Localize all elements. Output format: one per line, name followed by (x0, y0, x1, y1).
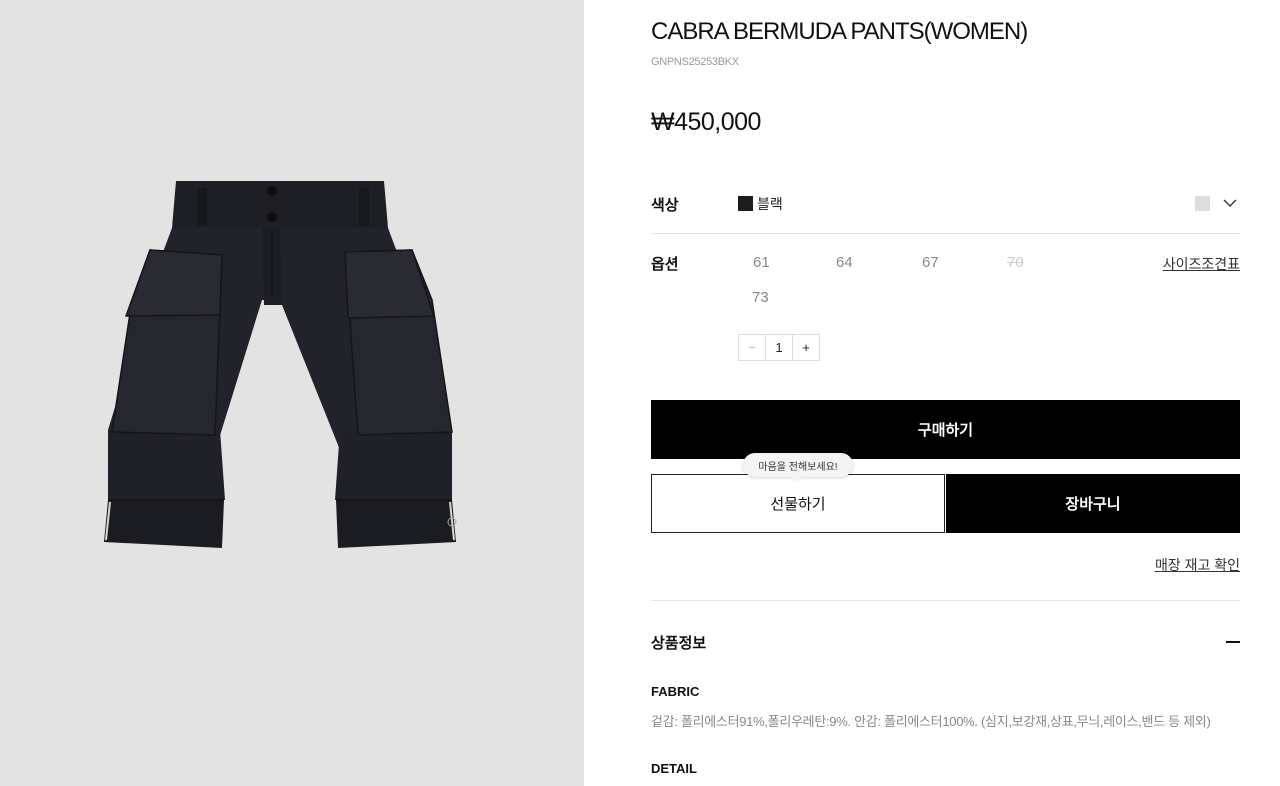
color-name: 블랙 (757, 196, 783, 212)
size-chart-link[interactable]: 사이즈조견표 (1163, 254, 1240, 274)
product-title: CABRA BERMUDA PANTS(WOMEN) (651, 18, 1028, 45)
quantity-stepper: − 1 + (738, 334, 820, 361)
color-option-chip[interactable] (1195, 196, 1210, 211)
minus-icon[interactable] (1226, 632, 1240, 650)
buy-button[interactable]: 구매하기 (651, 400, 1240, 459)
size-option-soldout: 70 (1007, 254, 1024, 271)
fabric-text: 겉감: 폴리에스터91%,폴리우레탄:9%. 안감: 폴리에스터100%. (심… (651, 714, 1211, 729)
size-option[interactable]: 67 (922, 254, 939, 271)
product-price: ₩450,000 (651, 108, 761, 136)
product-info: CABRA BERMUDA PANTS(WOMEN) GNPNS25253BKX… (651, 0, 1240, 786)
product-info-heading: 상품정보 (651, 635, 707, 652)
store-stock-link[interactable]: 매장 재고 확인 (1155, 555, 1240, 575)
product-image (104, 181, 457, 548)
divider (651, 600, 1240, 601)
color-swatch (738, 196, 753, 211)
quantity-plus-button[interactable]: + (792, 335, 819, 360)
product-image-pane (0, 0, 584, 786)
fabric-heading: FABRIC (651, 684, 700, 699)
detail-heading: DETAIL (651, 761, 697, 776)
product-code: GNPNS25253BKX (651, 56, 739, 68)
gift-button[interactable]: 선물하기 (651, 474, 945, 533)
color-selector[interactable]: 색상 블랙 (651, 190, 1240, 218)
divider (651, 233, 1240, 234)
option-label: 옵션 (651, 256, 679, 273)
color-label: 색상 (651, 197, 679, 214)
quantity-value[interactable]: 1 (766, 335, 792, 360)
gift-tooltip: 마음을 전해보세요! (743, 453, 853, 482)
cart-button[interactable]: 장바구니 (946, 474, 1240, 533)
size-option[interactable]: 61 (753, 254, 770, 271)
size-option[interactable]: 64 (836, 254, 853, 271)
size-option[interactable]: 73 (752, 289, 769, 306)
chevron-down-icon[interactable] (1223, 196, 1237, 210)
quantity-minus-button[interactable]: − (739, 335, 766, 360)
